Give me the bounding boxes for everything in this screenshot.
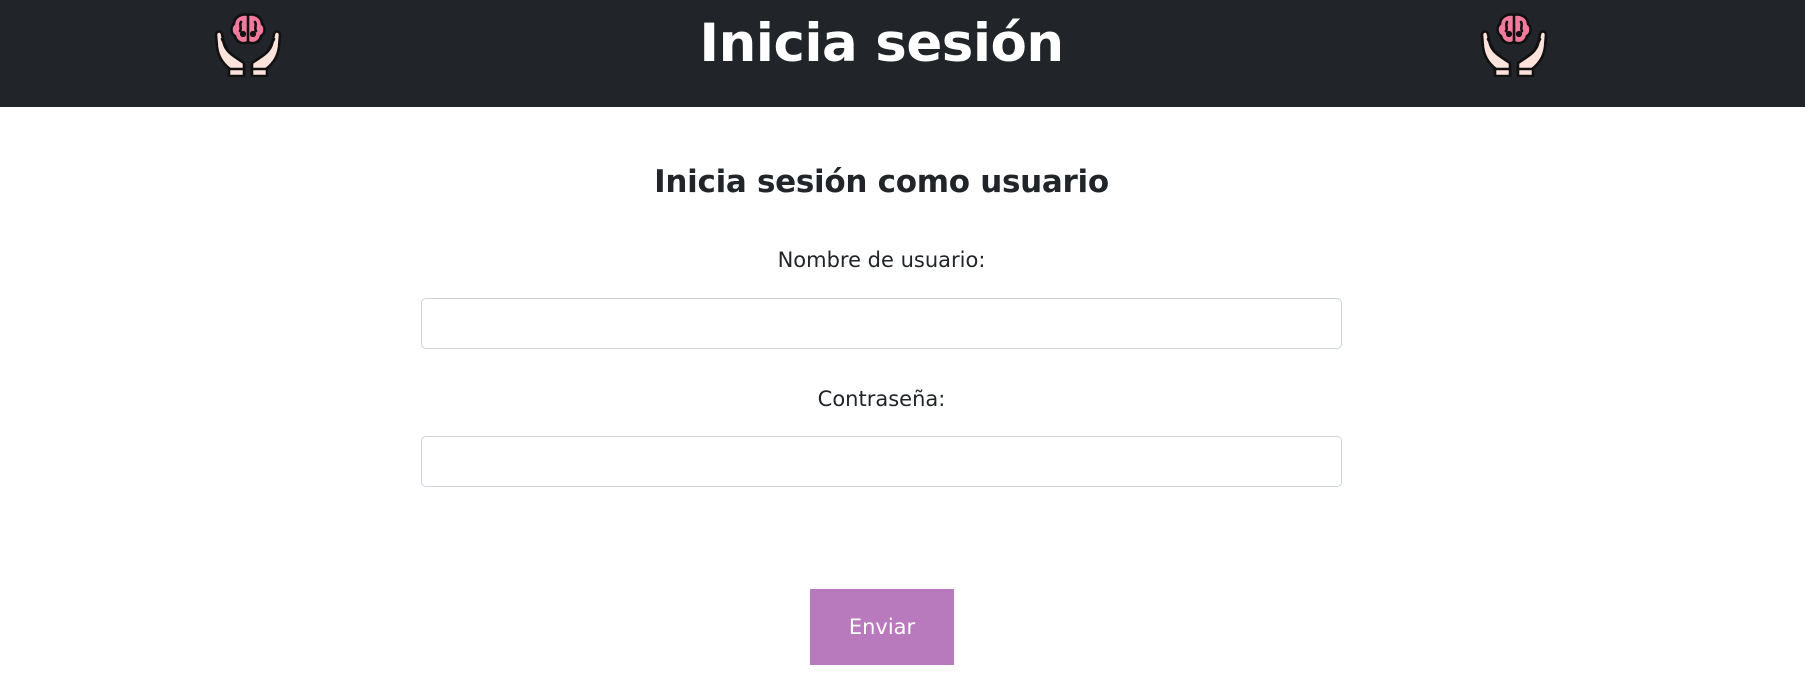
password-label: Contraseña:: [817, 387, 946, 411]
username-label: Nombre de usuario:: [777, 248, 986, 272]
submit-button[interactable]: Enviar: [810, 589, 954, 665]
username-input[interactable]: [421, 298, 1342, 349]
hands-holding-brain-icon: [1480, 13, 1548, 77]
header-bar: Inicia sesión: [0, 0, 1805, 107]
password-input[interactable]: [421, 436, 1342, 487]
form-title: Inicia sesión como usuario: [654, 164, 1109, 200]
